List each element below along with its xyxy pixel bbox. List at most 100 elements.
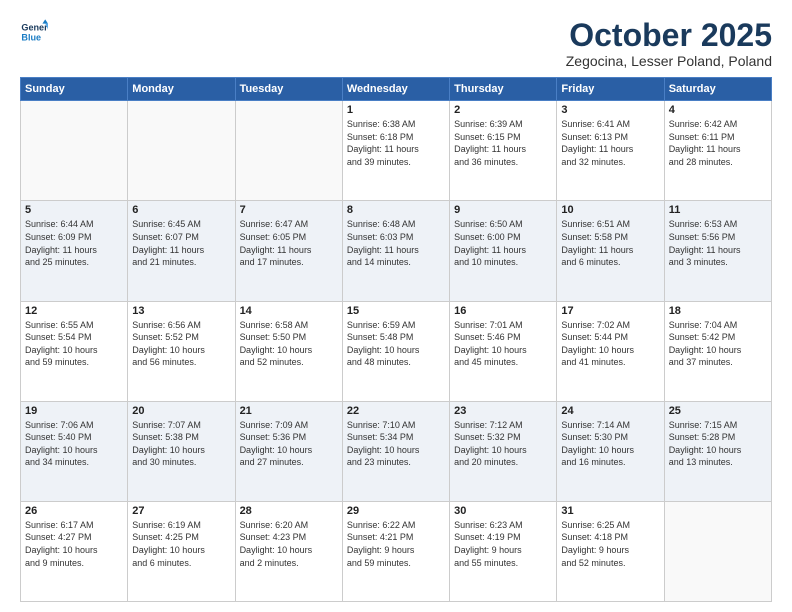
day-number: 30	[454, 505, 552, 517]
day-info: Sunrise: 6:56 AM Sunset: 5:52 PM Dayligh…	[132, 319, 230, 369]
svg-text:Blue: Blue	[21, 32, 41, 42]
day-number: 8	[347, 204, 445, 216]
day-number: 2	[454, 104, 552, 116]
day-info: Sunrise: 7:06 AM Sunset: 5:40 PM Dayligh…	[25, 419, 123, 469]
table-row: 25 Sunrise: 7:15 AM Sunset: 5:28 PM Dayli…	[664, 401, 771, 501]
col-friday: Friday	[557, 78, 664, 101]
day-info: Sunrise: 6:53 AM Sunset: 5:56 PM Dayligh…	[669, 218, 767, 268]
day-number: 20	[132, 405, 230, 417]
calendar-week-row: 1Sunrise: 6:38 AM Sunset: 6:18 PM Daylig…	[21, 101, 772, 201]
table-row: 28Sunrise: 6:20 AM Sunset: 4:23 PM Dayli…	[235, 501, 342, 601]
month-title: October 2025	[566, 18, 772, 53]
day-info: Sunrise: 7:10 AM Sunset: 5:34 PM Dayligh…	[347, 419, 445, 469]
day-number: 21	[240, 405, 338, 417]
day-number: 12	[25, 305, 123, 317]
table-row: 26 Sunrise: 6:17 AM Sunset: 4:27 PM Dayli…	[21, 501, 128, 601]
day-info: Sunrise: 6:50 AM Sunset: 6:00 PM Dayligh…	[454, 218, 552, 268]
table-row	[21, 101, 128, 201]
table-row: 6 Sunrise: 6:45 AM Sunset: 6:07 PM Daylig…	[128, 201, 235, 301]
day-number: 31	[561, 505, 659, 517]
day-info: Sunrise: 6:25 AM Sunset: 4:18 PM Dayligh…	[561, 519, 659, 569]
day-number: 10	[561, 204, 659, 216]
logo-icon: General Blue	[20, 18, 48, 46]
day-info: Sunrise: 6:39 AM Sunset: 6:15 PM Dayligh…	[454, 118, 552, 168]
table-row: 2 Sunrise: 6:39 AM Sunset: 6:15 PM Daylig…	[450, 101, 557, 201]
table-row: 11Sunrise: 6:53 AM Sunset: 5:56 PM Dayli…	[664, 201, 771, 301]
day-number: 17	[561, 305, 659, 317]
table-row: 15Sunrise: 6:59 AM Sunset: 5:48 PM Dayli…	[342, 301, 449, 401]
day-number: 22	[347, 405, 445, 417]
table-row: 31 Sunrise: 6:25 AM Sunset: 4:18 PM Dayli…	[557, 501, 664, 601]
day-number: 1	[347, 104, 445, 116]
day-info: Sunrise: 6:22 AM Sunset: 4:21 PM Dayligh…	[347, 519, 445, 569]
table-row	[235, 101, 342, 201]
table-row	[664, 501, 771, 601]
col-monday: Monday	[128, 78, 235, 101]
table-row: 7 Sunrise: 6:47 AM Sunset: 6:05 PM Daylig…	[235, 201, 342, 301]
location-subtitle: Zegocina, Lesser Poland, Poland	[566, 53, 772, 69]
table-row: 23Sunrise: 7:12 AM Sunset: 5:32 PM Dayli…	[450, 401, 557, 501]
table-row: 17 Sunrise: 7:02 AM Sunset: 5:44 PM Dayli…	[557, 301, 664, 401]
day-info: Sunrise: 7:14 AM Sunset: 5:30 PM Dayligh…	[561, 419, 659, 469]
day-info: Sunrise: 6:55 AM Sunset: 5:54 PM Dayligh…	[25, 319, 123, 369]
day-number: 26	[25, 505, 123, 517]
day-number: 16	[454, 305, 552, 317]
day-info: Sunrise: 6:45 AM Sunset: 6:07 PM Dayligh…	[132, 218, 230, 268]
day-info: Sunrise: 6:41 AM Sunset: 6:13 PM Dayligh…	[561, 118, 659, 168]
table-row: 5Sunrise: 6:44 AM Sunset: 6:09 PM Daylig…	[21, 201, 128, 301]
table-row: 22 Sunrise: 7:10 AM Sunset: 5:34 PM Dayli…	[342, 401, 449, 501]
day-number: 27	[132, 505, 230, 517]
calendar-week-row: 12 Sunrise: 6:55 AM Sunset: 5:54 PM Dayli…	[21, 301, 772, 401]
day-number: 7	[240, 204, 338, 216]
day-number: 18	[669, 305, 767, 317]
table-row: 16 Sunrise: 7:01 AM Sunset: 5:46 PM Dayli…	[450, 301, 557, 401]
calendar-week-row: 19 Sunrise: 7:06 AM Sunset: 5:40 PM Dayli…	[21, 401, 772, 501]
table-row: 21 Sunrise: 7:09 AM Sunset: 5:36 PM Dayli…	[235, 401, 342, 501]
table-row: 1Sunrise: 6:38 AM Sunset: 6:18 PM Daylig…	[342, 101, 449, 201]
table-row: 12 Sunrise: 6:55 AM Sunset: 5:54 PM Dayli…	[21, 301, 128, 401]
day-info: Sunrise: 6:44 AM Sunset: 6:09 PM Dayligh…	[25, 218, 123, 268]
day-number: 14	[240, 305, 338, 317]
day-number: 25	[669, 405, 767, 417]
table-row: 4Sunrise: 6:42 AM Sunset: 6:11 PM Daylig…	[664, 101, 771, 201]
col-tuesday: Tuesday	[235, 78, 342, 101]
day-number: 24	[561, 405, 659, 417]
day-info: Sunrise: 6:48 AM Sunset: 6:03 PM Dayligh…	[347, 218, 445, 268]
day-info: Sunrise: 7:02 AM Sunset: 5:44 PM Dayligh…	[561, 319, 659, 369]
table-row	[128, 101, 235, 201]
calendar-header-row: Sunday Monday Tuesday Wednesday Thursday…	[21, 78, 772, 101]
day-info: Sunrise: 6:59 AM Sunset: 5:48 PM Dayligh…	[347, 319, 445, 369]
header: General Blue October 2025 Zegocina, Less…	[20, 18, 772, 69]
page: General Blue October 2025 Zegocina, Less…	[0, 0, 792, 612]
day-info: Sunrise: 7:07 AM Sunset: 5:38 PM Dayligh…	[132, 419, 230, 469]
table-row: 3Sunrise: 6:41 AM Sunset: 6:13 PM Daylig…	[557, 101, 664, 201]
day-info: Sunrise: 7:15 AM Sunset: 5:28 PM Dayligh…	[669, 419, 767, 469]
svg-text:General: General	[21, 23, 48, 33]
table-row: 19 Sunrise: 7:06 AM Sunset: 5:40 PM Dayli…	[21, 401, 128, 501]
day-info: Sunrise: 6:17 AM Sunset: 4:27 PM Dayligh…	[25, 519, 123, 569]
table-row: 14 Sunrise: 6:58 AM Sunset: 5:50 PM Dayli…	[235, 301, 342, 401]
table-row: 20 Sunrise: 7:07 AM Sunset: 5:38 PM Dayli…	[128, 401, 235, 501]
day-number: 19	[25, 405, 123, 417]
table-row: 27 Sunrise: 6:19 AM Sunset: 4:25 PM Dayli…	[128, 501, 235, 601]
day-info: Sunrise: 6:51 AM Sunset: 5:58 PM Dayligh…	[561, 218, 659, 268]
calendar-week-row: 5Sunrise: 6:44 AM Sunset: 6:09 PM Daylig…	[21, 201, 772, 301]
day-number: 28	[240, 505, 338, 517]
calendar-table: Sunday Monday Tuesday Wednesday Thursday…	[20, 77, 772, 602]
day-number: 6	[132, 204, 230, 216]
table-row: 29Sunrise: 6:22 AM Sunset: 4:21 PM Dayli…	[342, 501, 449, 601]
day-info: Sunrise: 7:01 AM Sunset: 5:46 PM Dayligh…	[454, 319, 552, 369]
title-area: October 2025 Zegocina, Lesser Poland, Po…	[566, 18, 772, 69]
col-saturday: Saturday	[664, 78, 771, 101]
calendar-week-row: 26 Sunrise: 6:17 AM Sunset: 4:27 PM Dayli…	[21, 501, 772, 601]
day-info: Sunrise: 7:04 AM Sunset: 5:42 PM Dayligh…	[669, 319, 767, 369]
day-info: Sunrise: 6:47 AM Sunset: 6:05 PM Dayligh…	[240, 218, 338, 268]
day-info: Sunrise: 7:09 AM Sunset: 5:36 PM Dayligh…	[240, 419, 338, 469]
day-info: Sunrise: 6:58 AM Sunset: 5:50 PM Dayligh…	[240, 319, 338, 369]
col-thursday: Thursday	[450, 78, 557, 101]
day-info: Sunrise: 6:19 AM Sunset: 4:25 PM Dayligh…	[132, 519, 230, 569]
day-number: 13	[132, 305, 230, 317]
day-number: 9	[454, 204, 552, 216]
table-row: 9 Sunrise: 6:50 AM Sunset: 6:00 PM Daylig…	[450, 201, 557, 301]
col-wednesday: Wednesday	[342, 78, 449, 101]
